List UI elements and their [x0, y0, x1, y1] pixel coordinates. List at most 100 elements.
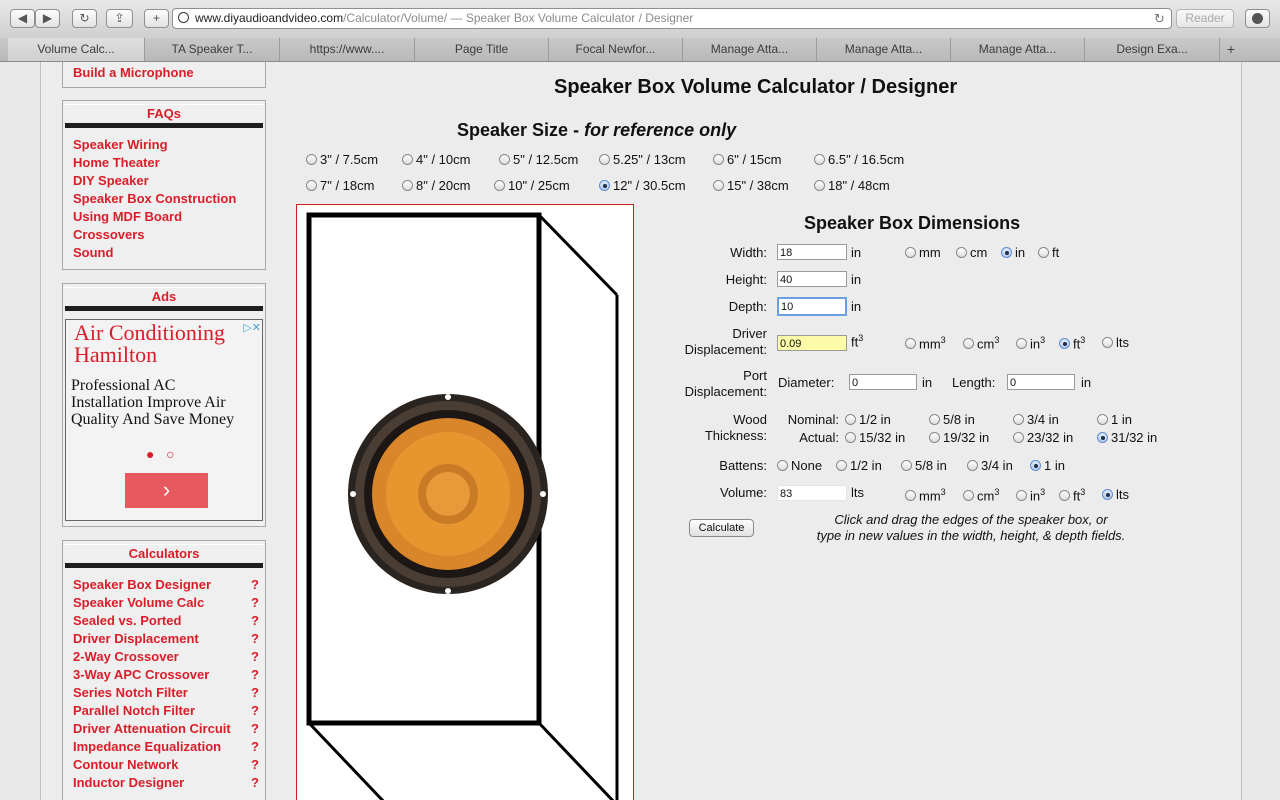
forward-button[interactable]: ▶: [35, 9, 60, 28]
help-icon[interactable]: ?: [251, 720, 259, 738]
unit-cm[interactable]: cm: [956, 245, 987, 260]
radio-icon[interactable]: [956, 247, 967, 258]
speaker-box-drawing[interactable]: [297, 205, 633, 800]
radio-icon[interactable]: [814, 154, 825, 165]
radio-icon[interactable]: [1013, 432, 1024, 443]
radio-icon[interactable]: [1016, 490, 1027, 502]
calc-link-label[interactable]: 2-Way Crossover: [73, 649, 179, 664]
faq-link[interactable]: Using MDF Board: [73, 208, 265, 226]
radio-icon[interactable]: [963, 490, 974, 502]
tab-5[interactable]: Manage Atta...: [683, 38, 817, 61]
actual-option[interactable]: 15/32 in: [845, 430, 905, 445]
help-icon[interactable]: ?: [251, 648, 259, 666]
radio-selected-icon[interactable]: [1001, 247, 1012, 258]
nominal-option[interactable]: 5/8 in: [929, 412, 975, 427]
history-icon[interactable]: ↻: [72, 9, 97, 28]
radio-icon[interactable]: [1097, 414, 1108, 425]
help-icon[interactable]: ?: [251, 630, 259, 648]
size-option[interactable]: 6" / 15cm: [713, 152, 781, 167]
calc-link-label[interactable]: 3-Way APC Crossover: [73, 667, 209, 682]
calc-link-label[interactable]: Driver Displacement: [73, 631, 199, 646]
size-option[interactable]: 5" / 12.5cm: [499, 152, 578, 167]
radio-icon[interactable]: [402, 180, 413, 191]
faq-link[interactable]: Home Theater: [73, 154, 265, 172]
radio-icon[interactable]: [901, 460, 912, 471]
size-option-selected[interactable]: 12" / 30.5cm: [599, 178, 686, 193]
depth-input[interactable]: 10: [777, 297, 847, 316]
size-option[interactable]: 7" / 18cm: [306, 178, 374, 193]
radio-icon[interactable]: [713, 154, 724, 165]
port-diameter-input[interactable]: 0: [849, 374, 917, 390]
battens-option[interactable]: 5/8 in: [901, 458, 947, 473]
radio-icon[interactable]: [836, 460, 847, 471]
actual-option[interactable]: 19/32 in: [929, 430, 989, 445]
back-button[interactable]: ◀: [10, 9, 35, 28]
ad-choices-icon[interactable]: ▷✕: [243, 321, 261, 334]
radio-icon[interactable]: [777, 460, 788, 471]
volume-output[interactable]: 83: [777, 485, 847, 501]
radio-icon[interactable]: [929, 414, 940, 425]
size-option[interactable]: 18" / 48cm: [814, 178, 890, 193]
size-option[interactable]: 4" / 10cm: [402, 152, 470, 167]
speaker-box-canvas[interactable]: [296, 204, 634, 800]
height-input[interactable]: 40: [777, 271, 847, 287]
add-tab-icon[interactable]: +: [1222, 38, 1240, 61]
calc-link-label[interactable]: Driver Attenuation Circuit: [73, 721, 231, 736]
radio-selected-icon[interactable]: [1030, 460, 1041, 471]
downloads-button[interactable]: [1245, 9, 1270, 28]
tab-7[interactable]: Manage Atta...: [951, 38, 1085, 61]
reload-icon[interactable]: ↻: [1154, 9, 1165, 28]
volume-unit-lts[interactable]: lts: [1102, 487, 1129, 502]
calculate-button[interactable]: Calculate: [689, 519, 754, 537]
volume-unit-ft3[interactable]: ft3: [1059, 487, 1085, 503]
ad-title[interactable]: Air Conditioning Hamilton: [74, 322, 262, 366]
help-icon[interactable]: ?: [251, 738, 259, 756]
size-option[interactable]: 5.25" / 13cm: [599, 152, 686, 167]
ad-carousel-dots-icon[interactable]: ● ○: [146, 446, 175, 462]
actual-option-selected[interactable]: 31/32 in: [1097, 430, 1157, 445]
actual-option[interactable]: 23/32 in: [1013, 430, 1073, 445]
port-length-input[interactable]: 0: [1007, 374, 1075, 390]
calc-link-label[interactable]: Sealed vs. Ported: [73, 613, 181, 628]
battens-option-selected[interactable]: 1 in: [1030, 458, 1065, 473]
faq-link[interactable]: DIY Speaker: [73, 172, 265, 190]
tab-8[interactable]: Design Exa...: [1085, 38, 1220, 61]
help-icon[interactable]: ?: [251, 576, 259, 594]
vol-unit-in3[interactable]: in3: [1016, 335, 1045, 351]
radio-icon[interactable]: [929, 432, 940, 443]
radio-icon[interactable]: [499, 154, 510, 165]
tab-6[interactable]: Manage Atta...: [817, 38, 951, 61]
radio-icon[interactable]: [905, 247, 916, 258]
share-icon[interactable]: ⇪: [106, 9, 133, 28]
nominal-option[interactable]: 3/4 in: [1013, 412, 1059, 427]
vol-unit-mm3[interactable]: mm3: [905, 335, 946, 351]
radio-icon[interactable]: [599, 154, 610, 165]
nominal-option[interactable]: 1 in: [1097, 412, 1132, 427]
width-input[interactable]: 18: [777, 244, 847, 260]
vol-unit-ft3[interactable]: ft3: [1059, 335, 1085, 351]
volume-unit-cm3[interactable]: cm3: [963, 487, 999, 503]
sidebar-link-build-microphone[interactable]: Build a Microphone: [63, 62, 265, 80]
calc-link-label[interactable]: Parallel Notch Filter: [73, 703, 195, 718]
calc-link-label[interactable]: Contour Network: [73, 757, 178, 772]
tab-0[interactable]: Volume Calc...: [8, 38, 145, 61]
size-option[interactable]: 15" / 38cm: [713, 178, 789, 193]
radio-icon[interactable]: [1013, 414, 1024, 425]
advertisement[interactable]: Air Conditioning Hamilton ▷✕ Professiona…: [65, 319, 263, 521]
battens-option[interactable]: None: [777, 458, 822, 473]
help-icon[interactable]: ?: [251, 666, 259, 684]
radio-icon[interactable]: [713, 180, 724, 191]
tab-1[interactable]: TA Speaker T...: [145, 38, 280, 61]
radio-icon[interactable]: [494, 180, 505, 191]
size-option[interactable]: 8" / 20cm: [402, 178, 470, 193]
box-edge-top[interactable]: [537, 213, 619, 297]
radio-icon[interactable]: [967, 460, 978, 471]
faq-link[interactable]: Crossovers: [73, 226, 265, 244]
calc-link-label[interactable]: Speaker Volume Calc: [73, 595, 204, 610]
vol-unit-lts[interactable]: lts: [1102, 335, 1129, 350]
vol-unit-cm3[interactable]: cm3: [963, 335, 999, 351]
calc-link-label[interactable]: Series Notch Filter: [73, 685, 188, 700]
faq-link[interactable]: Speaker Wiring: [73, 136, 265, 154]
radio-selected-icon[interactable]: [599, 180, 610, 191]
radio-icon[interactable]: [905, 338, 916, 350]
